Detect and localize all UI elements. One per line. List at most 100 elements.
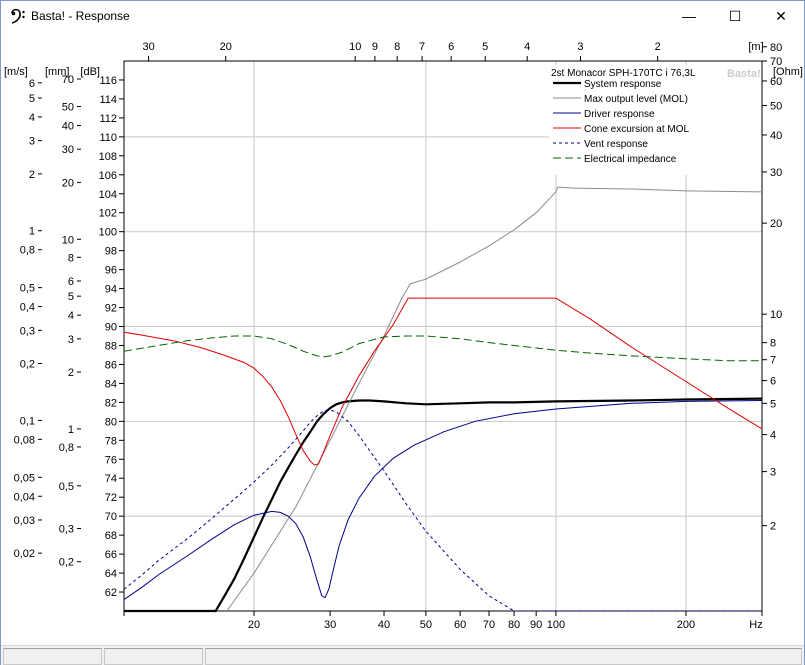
top-tick-label: 6 [448, 41, 454, 53]
mm-tick-label: 0,5 [59, 481, 74, 493]
legend-entry: Max output level (MOL) [584, 94, 688, 105]
x-unit-label: Hz [749, 619, 762, 631]
mm-tick-label: 30 [62, 144, 74, 156]
db-tick-label: 98 [105, 246, 117, 258]
mm-tick-label: 3 [68, 334, 74, 346]
ohm-tick-label: 10 [770, 309, 782, 321]
ms-tick-label: 0,4 [20, 302, 35, 314]
ohm-tick-label: 7 [770, 355, 776, 367]
ms-tick-label: 0,3 [20, 325, 35, 337]
db-tick-label: 86 [105, 359, 117, 371]
top-tick-label: 10 [349, 41, 361, 53]
top-tick-label: 9 [372, 41, 378, 53]
x-tick-label: 40 [378, 619, 390, 631]
window-title: Basta! - Response [31, 9, 130, 23]
db-tick-label: 72 [105, 492, 117, 504]
x-tick-label: 90 [530, 619, 542, 631]
db-tick-label: 82 [105, 397, 117, 409]
ms-tick-label: 3 [29, 136, 35, 148]
db-tick-label: 68 [105, 530, 117, 542]
x-tick-label: 50 [420, 619, 432, 631]
close-icon: ✕ [775, 8, 787, 24]
close-button[interactable]: ✕ [758, 1, 804, 31]
mm-tick-label: 0,8 [59, 442, 74, 454]
top-tick-label: 5 [482, 41, 488, 53]
legend-entry: Cone excursion at MOL [584, 124, 689, 135]
mm-tick-label: 40 [62, 120, 74, 132]
response-chart[interactable]: 20 30 40 50 60 70 80 90 100 200 Hz30 20 10 9 8 7 6 5 4 3 2 [m… [1, 31, 804, 645]
db-tick-label: 94 [105, 284, 117, 296]
mm-tick-label: 0,3 [59, 524, 74, 536]
top-unit-label: [m] [748, 41, 763, 53]
ohm-tick-label: 40 [770, 130, 782, 142]
ms-unit-label: [m/s] [4, 66, 28, 78]
db-tick-label: 74 [105, 473, 117, 485]
ms-tick-label: 0,1 [20, 415, 35, 427]
ms-tick-label: 0,04 [14, 491, 35, 503]
x-tick-label: 30 [324, 619, 336, 631]
minimize-button[interactable]: — [666, 1, 712, 31]
status-cell-2 [104, 648, 203, 665]
db-tick-label: 66 [105, 549, 117, 561]
mm-tick-label: 5 [68, 291, 74, 303]
ohm-tick-label: 30 [770, 167, 782, 179]
db-tick-label: 80 [105, 416, 117, 428]
db-tick-label: 64 [105, 568, 117, 580]
db-tick-label: 100 [99, 227, 117, 239]
ohm-tick-label: 8 [770, 338, 776, 350]
series-cone-excursion-at-mol-line [123, 297, 763, 466]
ohm-tick-label: 4 [770, 430, 776, 442]
ms-tick-label: 4 [29, 112, 35, 124]
top-tick-label: 7 [419, 41, 425, 53]
ms-tick-label: 0,05 [14, 472, 35, 484]
top-tick-label: 30 [142, 41, 154, 53]
watermark: Basta! [727, 68, 761, 80]
series-electrical-impedance-line [123, 335, 762, 362]
ms-tick-label: 1 [29, 226, 35, 238]
top-tick-label: 20 [220, 41, 232, 53]
x-tick-label: 200 [677, 619, 695, 631]
mm-tick-label: 0,2 [59, 557, 74, 569]
db-tick-label: 102 [99, 208, 117, 220]
status-cell-1 [3, 648, 102, 665]
mm-tick-label: 10 [62, 234, 74, 246]
ohm-tick-label: 50 [770, 101, 782, 113]
db-tick-label: 110 [99, 132, 117, 144]
ms-tick-label: 0,8 [20, 245, 35, 257]
x-tick-label: 60 [454, 619, 466, 631]
ohm-tick-label: 3 [770, 467, 776, 479]
x-tick-label: 80 [508, 619, 520, 631]
ohm-tick-label: 6 [770, 376, 776, 388]
app-window: Basta! - Response — ☐ ✕ 20 30 40 50 60 70 80 90… [0, 0, 805, 665]
legend-entry: Electrical impedance [584, 154, 677, 165]
db-tick-label: 70 [105, 511, 117, 523]
mm-tick-label: 20 [62, 177, 74, 189]
top-tick-label: 4 [524, 41, 530, 53]
db-tick-label: 104 [99, 189, 117, 201]
db-tick-label: 88 [105, 340, 117, 352]
chart-title: 2st Monacor SPH-170TC i 76,3L [551, 68, 696, 79]
mm-unit-label: [mm] [45, 66, 69, 78]
legend: System response Max output level (MOL) Dri… [549, 65, 761, 175]
ohm-unit-label: [Ohm] [773, 66, 803, 78]
ms-tick-label: 5 [29, 93, 35, 105]
db-tick-label: 78 [105, 435, 117, 447]
x-tick-label: 70 [483, 619, 495, 631]
plot-area[interactable]: 20 30 40 50 60 70 80 90 100 200 Hz 30 20 10 9 8 7 6 5 4 3 2 [m… [1, 31, 804, 645]
title-bar[interactable]: Basta! - Response — ☐ ✕ [1, 1, 804, 31]
status-cell-3 [205, 648, 802, 665]
ms-tick-label: 0,5 [20, 283, 35, 295]
db-tick-label: 62 [105, 587, 117, 599]
db-tick-label: 116 [99, 75, 117, 87]
mm-tick-label: 6 [68, 276, 74, 288]
ms-tick-label: 6 [29, 78, 35, 90]
db-tick-label: 90 [105, 322, 117, 334]
top-tick-label: 3 [577, 41, 583, 53]
mm-tick-label: 8 [68, 252, 74, 264]
top-tick-label: 2 [655, 41, 661, 53]
ohm-tick-label: 80 [770, 42, 782, 54]
status-bar [1, 645, 804, 665]
series-driver-response-line [123, 400, 763, 601]
maximize-button[interactable]: ☐ [712, 1, 758, 31]
ms-tick-label: 0,08 [14, 434, 35, 446]
